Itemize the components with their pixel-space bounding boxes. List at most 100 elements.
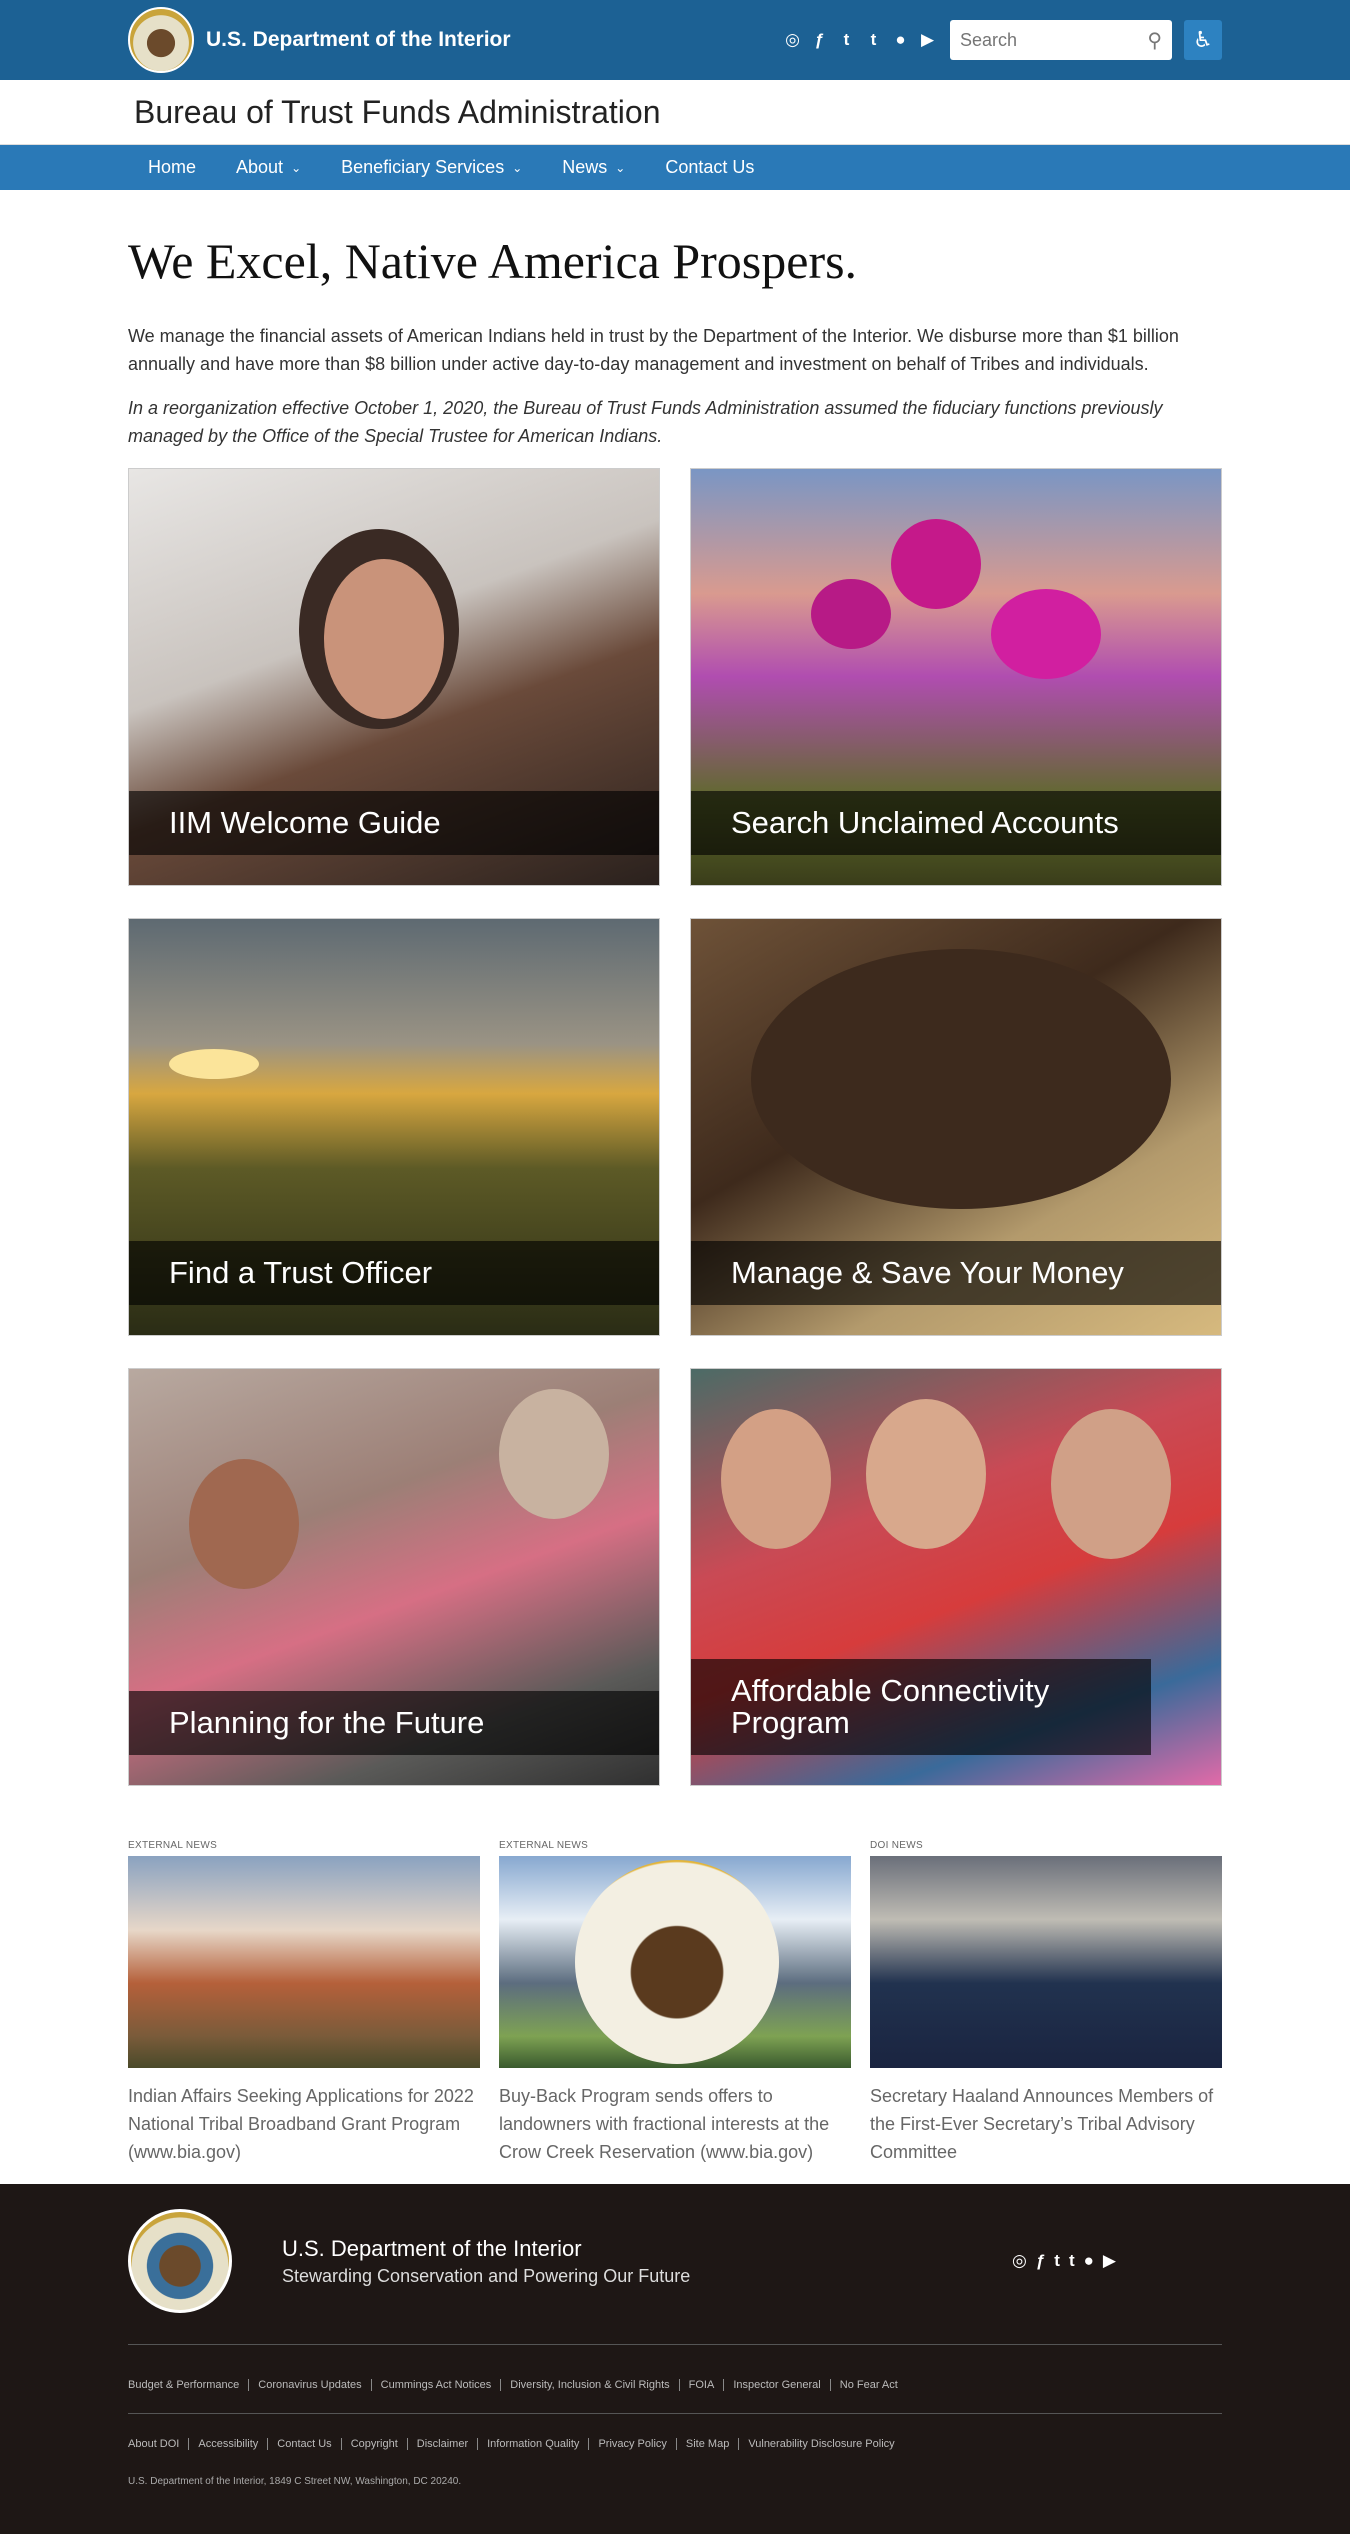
tile-caption: Planning for the Future [129, 1691, 659, 1755]
footer-link[interactable]: Inspector General [724, 2379, 831, 2391]
footer-top: U.S. Department of the Interior Stewardi… [128, 2206, 1222, 2316]
tile-caption: Find a Trust Officer [129, 1241, 659, 1305]
department-name[interactable]: U.S. Department of the Interior [206, 28, 511, 52]
flickr-icon[interactable]: ● [1084, 2251, 1094, 2271]
news-section: EXTERNAL NEWS Indian Affairs Seeking App… [128, 1840, 1222, 2166]
doi-seal-logo[interactable] [128, 2209, 232, 2313]
twitter-icon[interactable]: t [838, 30, 855, 50]
footer-link[interactable]: Disclaimer [408, 2438, 479, 2450]
flickr-icon[interactable]: ● [892, 30, 909, 50]
nav-label: About [236, 157, 284, 177]
twitter-icon[interactable]: t [1054, 2251, 1060, 2271]
news-image[interactable] [870, 1856, 1222, 2068]
footer-link[interactable]: Information Quality [478, 2438, 590, 2450]
tile-caption: Manage & Save Your Money [691, 1241, 1221, 1305]
bureau-name[interactable]: Bureau of Trust Funds Administration [134, 94, 660, 131]
main-nav: Home About ⌄ Beneficiary Services ⌄ News ⌄ … [0, 145, 1350, 190]
bison-image-shape [751, 949, 1171, 1209]
tile-caption: Affordable Connectivity Program [691, 1659, 1151, 1755]
footer-link[interactable]: No Fear Act [831, 2379, 907, 2391]
search-input[interactable] [960, 29, 1148, 51]
news-tag: EXTERNAL NEWS [499, 1840, 589, 1851]
tile-affordable-connectivity-program[interactable]: Affordable Connectivity Program [690, 1368, 1222, 1786]
footer-tagline: Stewarding Conservation and Powering Our… [282, 2265, 691, 2286]
nav-label: Home [148, 157, 197, 177]
site-header: U.S. Department of the Interior ◎ ƒ t t … [0, 0, 1350, 190]
footer-link[interactable]: Accessibility [189, 2438, 269, 2450]
flower-image-shape [891, 519, 981, 609]
instagram-icon[interactable]: ◎ [1012, 2251, 1027, 2271]
news-tag: EXTERNAL NEWS [128, 1840, 218, 1851]
footer-address: U.S. Department of the Interior, 1849 C … [128, 2476, 462, 2487]
flower-image-shape [991, 589, 1101, 679]
face-image-shape [324, 559, 444, 719]
footer-link[interactable]: FOIA [680, 2379, 725, 2391]
search-box: ⚲ [950, 20, 1172, 60]
search-icon[interactable]: ⚲ [1147, 28, 1162, 53]
footer-link[interactable]: Site Map [677, 2438, 740, 2450]
tile-search-unclaimed-accounts[interactable]: Search Unclaimed Accounts [690, 468, 1222, 886]
nav-contact-us[interactable]: Contact Us [645, 157, 774, 178]
footer-identity: U.S. Department of the Interior Stewardi… [282, 2236, 690, 2287]
news-card[interactable]: DOI NEWS Secretary Haaland Announces Mem… [870, 1840, 1222, 2166]
reorg-prefix: In a [128, 398, 164, 418]
accessibility-icon[interactable]: ♿ [1184, 20, 1222, 60]
site-footer: U.S. Department of the Interior Stewardi… [0, 2184, 1350, 2534]
tumblr-icon[interactable]: t [865, 30, 882, 50]
nav-beneficiary-services[interactable]: Beneficiary Services ⌄ [321, 157, 542, 178]
reorganization-link[interactable]: reorganization effective October 1, 2020 [163, 398, 483, 418]
footer-social-links: ◎ ƒ t t ● ▶ [1012, 2251, 1116, 2271]
intro-paragraph: We manage the financial assets of Americ… [128, 326, 1179, 374]
news-title[interactable]: Secretary Haaland Announces Members of t… [870, 2082, 1222, 2166]
facebook-icon[interactable]: ƒ [811, 30, 828, 50]
person-image-shape [499, 1389, 609, 1519]
footer-link[interactable]: Diversity, Inclusion & Civil Rights [501, 2379, 680, 2391]
doi-seal-image [575, 1860, 779, 2064]
tumblr-icon[interactable]: t [1069, 2251, 1075, 2271]
face-image-shape [721, 1409, 831, 1549]
news-card[interactable]: EXTERNAL NEWS Buy-Back Program sends off… [499, 1840, 851, 2166]
footer-divider [128, 2344, 1222, 2345]
tile-iim-welcome-guide[interactable]: IIM Welcome Guide [128, 468, 660, 886]
footer-divider [128, 2413, 1222, 2414]
youtube-icon[interactable]: ▶ [1103, 2251, 1116, 2271]
instagram-icon[interactable]: ◎ [784, 30, 801, 50]
flower-image-shape [811, 579, 891, 649]
bureau-banner: Bureau of Trust Funds Administration [0, 80, 1350, 145]
nav-about[interactable]: About ⌄ [216, 157, 321, 178]
doi-seal-logo[interactable] [128, 7, 194, 73]
tile-caption: Search Unclaimed Accounts [691, 791, 1221, 855]
tile-planning-for-the-future[interactable]: Planning for the Future [128, 1368, 660, 1786]
news-image[interactable] [499, 1856, 851, 2068]
footer-link[interactable]: Coronavirus Updates [249, 2379, 372, 2391]
feature-tiles: IIM Welcome Guide Search Unclaimed Accou… [128, 468, 1222, 1786]
news-title[interactable]: Indian Affairs Seeking Applications for … [128, 2082, 480, 2166]
youtube-icon[interactable]: ▶ [919, 30, 936, 50]
footer-link[interactable]: About DOI [128, 2438, 190, 2450]
footer-link[interactable]: Privacy Policy [589, 2438, 677, 2450]
chevron-down-icon: ⌄ [512, 160, 523, 175]
nav-home[interactable]: Home [128, 157, 216, 178]
news-title[interactable]: Buy-Back Program sends offers to landown… [499, 2082, 851, 2166]
nav-label: Contact Us [665, 157, 755, 177]
tile-caption: IIM Welcome Guide [129, 791, 659, 855]
footer-link[interactable]: Cummings Act Notices [372, 2379, 502, 2391]
footer-link[interactable]: Vulnerability Disclosure Policy [739, 2438, 903, 2450]
news-image[interactable] [128, 1856, 480, 2068]
tile-manage-save-your-money[interactable]: Manage & Save Your Money [690, 918, 1222, 1336]
footer-link[interactable]: Contact Us [268, 2438, 342, 2450]
footer-dept-name: U.S. Department of the Interior [282, 2235, 582, 2261]
facebook-icon[interactable]: ƒ [1036, 2251, 1045, 2271]
tile-find-a-trust-officer[interactable]: Find a Trust Officer [128, 918, 660, 1336]
footer-link[interactable]: Copyright [342, 2438, 408, 2450]
face-image-shape [1051, 1409, 1171, 1559]
main-content: We Excel, Native America Prospers. We ma… [0, 190, 1350, 2534]
person-image-shape [189, 1459, 299, 1589]
nav-news[interactable]: News ⌄ [542, 157, 645, 178]
nav-label: Beneficiary Services [341, 157, 505, 177]
top-bar: U.S. Department of the Interior ◎ ƒ t t … [0, 0, 1350, 80]
news-tag: DOI NEWS [870, 1840, 923, 1851]
footer-link[interactable]: Budget & Performance [128, 2379, 250, 2391]
page-title: We Excel, Native America Prospers. [128, 233, 858, 289]
news-card[interactable]: EXTERNAL NEWS Indian Affairs Seeking App… [128, 1840, 480, 2166]
